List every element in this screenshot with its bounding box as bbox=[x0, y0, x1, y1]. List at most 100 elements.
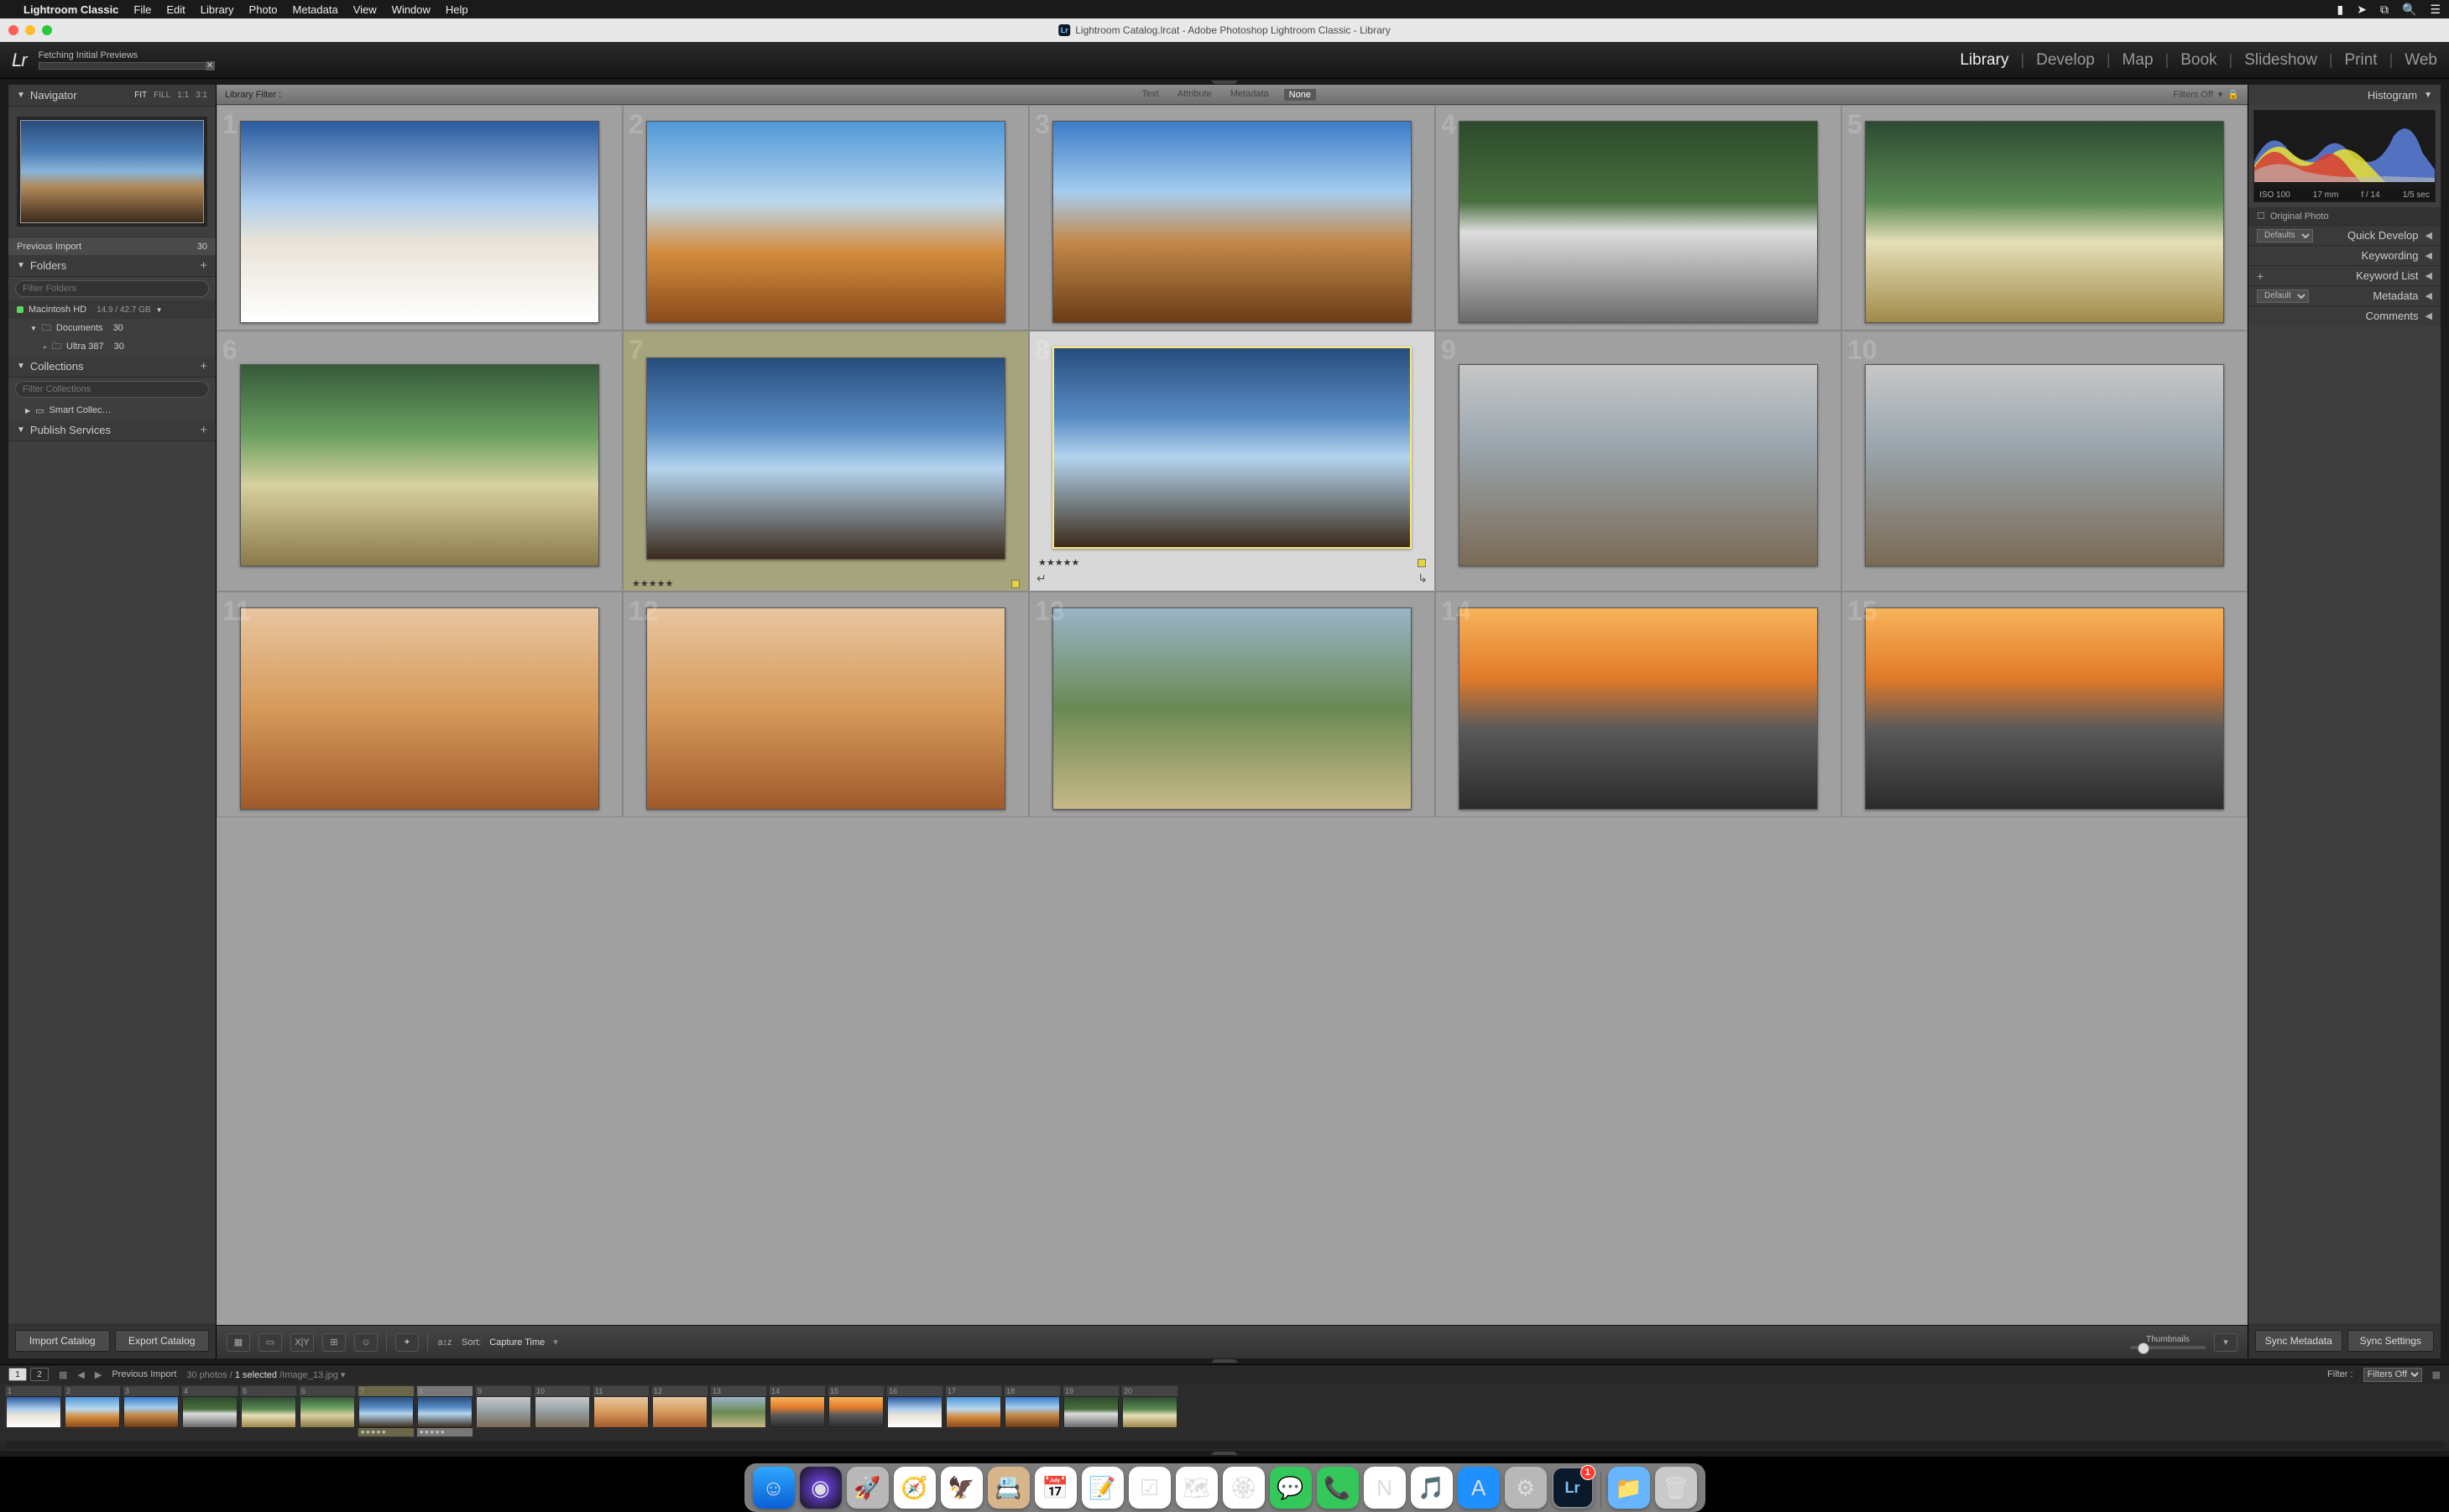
filter-tab-text[interactable]: Text bbox=[1139, 89, 1162, 101]
module-map[interactable]: Map bbox=[2123, 51, 2154, 70]
collection-row-smart[interactable]: ▶ ▭ Smart Collec… bbox=[8, 401, 216, 420]
quick-develop-header[interactable]: Defaults Quick Develop ◀ bbox=[2248, 225, 2441, 245]
fs-thumbnail[interactable] bbox=[946, 1396, 1001, 1428]
grid-view[interactable]: 1234567★★★★★8★★★★★↵↳9101112131415 bbox=[217, 105, 2248, 1325]
original-photo-row[interactable]: ☐ Original Photo bbox=[2248, 207, 2441, 225]
grid-view-button[interactable]: ▦ bbox=[227, 1333, 250, 1352]
filmstrip-cell[interactable]: 8★★★★★ bbox=[416, 1385, 473, 1437]
thumbnail[interactable] bbox=[1459, 607, 1819, 810]
grid-cell[interactable]: 8★★★★★↵↳ bbox=[1029, 331, 1435, 592]
navigator-zoom-3-1[interactable]: 3:1 bbox=[196, 91, 207, 100]
thumbnail-size-slider[interactable] bbox=[2130, 1346, 2206, 1349]
sort-menu-icon[interactable]: ▾ bbox=[553, 1337, 558, 1348]
thumbnail[interactable] bbox=[1052, 607, 1412, 810]
filmstrip-cell[interactable]: 6 bbox=[299, 1385, 356, 1429]
bluetooth-icon[interactable]: ➤ bbox=[2357, 3, 2367, 17]
export-catalog-button[interactable]: Export Catalog bbox=[115, 1330, 210, 1352]
thumbnail[interactable] bbox=[646, 607, 1006, 810]
control-center-icon[interactable]: ☰ bbox=[2430, 3, 2441, 17]
top-panel-grip[interactable] bbox=[0, 79, 2449, 85]
menu-file[interactable]: File bbox=[133, 3, 151, 16]
folders-filter-input[interactable] bbox=[15, 280, 209, 297]
loupe-view-button[interactable]: ▭ bbox=[258, 1333, 282, 1352]
fs-thumbnail[interactable] bbox=[1005, 1396, 1060, 1428]
grid-cell[interactable]: 10 bbox=[1841, 331, 2248, 592]
compare-view-button[interactable]: X|Y bbox=[290, 1333, 314, 1352]
previous-import-row[interactable]: Previous Import 30 bbox=[8, 237, 216, 255]
grid-cell[interactable]: 14 bbox=[1435, 592, 1841, 817]
window-close-button[interactable] bbox=[8, 25, 18, 35]
next-photo-icon[interactable]: ▶ bbox=[95, 1369, 102, 1380]
fs-thumbnail[interactable] bbox=[1063, 1396, 1119, 1428]
main-window-button[interactable]: 1 bbox=[8, 1368, 27, 1381]
sort-value[interactable]: Capture Time bbox=[489, 1337, 545, 1348]
fs-filter-select[interactable]: Filters Off bbox=[2363, 1368, 2422, 1382]
folder-row-ultra387[interactable]: ▸ 🗀 Ultra 387 30 bbox=[8, 337, 216, 356]
fs-thumbnail[interactable] bbox=[770, 1396, 825, 1428]
grid-cell[interactable]: 7★★★★★ bbox=[623, 331, 1029, 592]
histogram-header[interactable]: Histogram ▼ bbox=[2248, 85, 2441, 105]
filmstrip-cell[interactable]: 13 bbox=[710, 1385, 767, 1429]
volume-menu-icon[interactable]: ▼ bbox=[156, 306, 163, 314]
sync-metadata-button[interactable]: Sync Metadata bbox=[2255, 1330, 2342, 1352]
grid-cell[interactable]: 1 bbox=[217, 105, 623, 331]
keyword-list-header[interactable]: + Keyword List ◀ bbox=[2248, 265, 2441, 285]
fs-filter-lock-icon[interactable]: ▦ bbox=[2432, 1369, 2441, 1380]
menu-help[interactable]: Help bbox=[446, 3, 468, 16]
filmstrip-cell[interactable]: 10 bbox=[534, 1385, 591, 1429]
left-edge-grip[interactable] bbox=[0, 85, 8, 1358]
filmstrip-cell[interactable]: 1 bbox=[5, 1385, 62, 1429]
filter-tab-metadata[interactable]: Metadata bbox=[1227, 89, 1272, 101]
second-window-button[interactable]: 2 bbox=[30, 1368, 49, 1381]
rotate-left-icon[interactable]: ↵ bbox=[1037, 571, 1047, 586]
module-web[interactable]: Web bbox=[2405, 51, 2437, 70]
filmstrip-cell[interactable]: 16 bbox=[886, 1385, 943, 1429]
fs-thumbnail[interactable] bbox=[241, 1396, 296, 1428]
thumbnail[interactable] bbox=[1865, 121, 2225, 323]
airplay-icon[interactable]: ⧉ bbox=[2380, 3, 2389, 17]
filmstrip[interactable]: 1234567★★★★★8★★★★★9101112131415161718192… bbox=[0, 1384, 2449, 1441]
menu-edit[interactable]: Edit bbox=[166, 3, 185, 16]
checkbox-icon[interactable]: ☐ bbox=[2257, 211, 2265, 222]
navigator-zoom-fit[interactable]: FIT bbox=[134, 91, 147, 100]
fs-thumbnail[interactable] bbox=[358, 1396, 414, 1428]
filmstrip-scrollbar[interactable] bbox=[5, 1441, 2444, 1449]
volume-row[interactable]: Macintosh HD 14.9 / 42.7 GB ▼ bbox=[8, 300, 216, 319]
grid-cell[interactable]: 2 bbox=[623, 105, 1029, 331]
filmstrip-cell[interactable]: 5 bbox=[240, 1385, 297, 1429]
grid-cell[interactable]: 4 bbox=[1435, 105, 1841, 331]
filmstrip-bottom-grip[interactable] bbox=[0, 1451, 2449, 1457]
filmstrip-cell[interactable]: 18 bbox=[1004, 1385, 1061, 1429]
window-minimize-button[interactable] bbox=[25, 25, 35, 35]
fs-thumbnail[interactable] bbox=[123, 1396, 179, 1428]
fs-collection[interactable]: Previous Import bbox=[112, 1369, 176, 1379]
grid-cell[interactable]: 3 bbox=[1029, 105, 1435, 331]
grid-cell[interactable]: 11 bbox=[217, 592, 623, 817]
grid-cell[interactable]: 12 bbox=[623, 592, 1029, 817]
histogram[interactable]: ISO 100 17 mm f / 14 1/5 sec bbox=[2253, 110, 2436, 202]
menu-view[interactable]: View bbox=[353, 3, 377, 16]
painter-tool-button[interactable]: ✦ bbox=[395, 1333, 419, 1352]
spotlight-icon[interactable]: 🔍 bbox=[2402, 3, 2416, 17]
sort-direction-button[interactable]: a↕z bbox=[436, 1333, 453, 1352]
filters-lock-icon[interactable]: 🔒 bbox=[2227, 89, 2239, 100]
filmstrip-cell[interactable]: 14 bbox=[769, 1385, 826, 1429]
prev-photo-icon[interactable]: ◀ bbox=[77, 1369, 84, 1380]
filter-tab-none[interactable]: None bbox=[1284, 89, 1316, 101]
menu-photo[interactable]: Photo bbox=[249, 3, 278, 16]
collections-header[interactable]: ▼ Collections + bbox=[8, 356, 216, 378]
fs-thumbnail[interactable] bbox=[1122, 1396, 1178, 1428]
module-library[interactable]: Library bbox=[1960, 51, 2008, 70]
fs-thumbnail[interactable] bbox=[476, 1396, 531, 1428]
filmstrip-cell[interactable]: 15 bbox=[828, 1385, 885, 1429]
filmstrip-cell[interactable]: 9 bbox=[475, 1385, 532, 1429]
color-label[interactable] bbox=[1418, 559, 1426, 567]
navigator-zoom-opts[interactable]: FITFILL1:13:1 bbox=[134, 91, 207, 100]
grid-cell[interactable]: 9 bbox=[1435, 331, 1841, 592]
quick-develop-preset[interactable]: Defaults bbox=[2257, 229, 2313, 242]
fs-thumbnail[interactable] bbox=[417, 1396, 473, 1428]
publish-add-icon[interactable]: + bbox=[200, 423, 207, 437]
thumbnail[interactable] bbox=[240, 364, 600, 566]
menu-app-name[interactable]: Lightroom Classic bbox=[23, 3, 118, 16]
module-book[interactable]: Book bbox=[2180, 51, 2217, 70]
